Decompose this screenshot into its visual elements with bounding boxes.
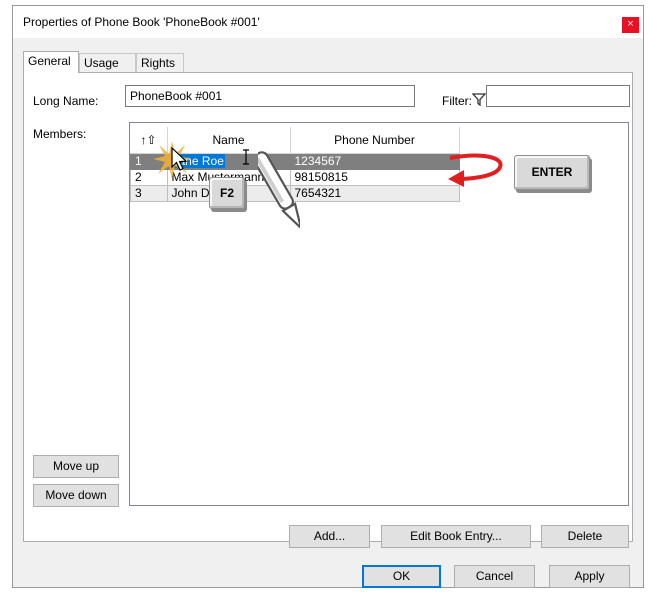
row-index: 3 xyxy=(130,185,168,202)
move-down-button[interactable]: Move down xyxy=(33,484,119,507)
cancel-button[interactable]: Cancel xyxy=(454,565,535,588)
edit-entry-button[interactable]: Edit Book Entry... xyxy=(381,525,531,548)
mouse-pointer-icon xyxy=(171,147,188,171)
tab-rights[interactable]: Rights xyxy=(136,53,184,72)
tab-usage[interactable]: Usage xyxy=(79,53,136,72)
add-button[interactable]: Add... xyxy=(289,525,370,548)
apply-button[interactable]: Apply xyxy=(549,565,630,588)
ok-button[interactable]: OK xyxy=(362,565,441,588)
move-up-button[interactable]: Move up xyxy=(33,455,119,478)
long-name-label: Long Name: xyxy=(33,94,99,108)
close-button[interactable]: × xyxy=(622,17,639,33)
title-bar: Properties of Phone Book 'PhoneBook #001… xyxy=(13,6,643,38)
long-name-input[interactable]: PhoneBook #001 xyxy=(125,85,415,107)
phone-cell[interactable]: 1234567 xyxy=(289,153,460,170)
members-label: Members: xyxy=(33,127,87,141)
column-header-phone[interactable]: Phone Number xyxy=(290,127,460,154)
return-arrow-icon xyxy=(448,153,503,187)
window-title: Properties of Phone Book 'PhoneBook #001… xyxy=(23,15,260,29)
f2-key: F2 xyxy=(209,177,245,209)
tab-general[interactable]: General xyxy=(23,51,79,73)
phone-cell[interactable]: 7654321 xyxy=(289,185,460,202)
phone-cell[interactable]: 98150815 xyxy=(289,169,460,186)
filter-label: Filter: xyxy=(442,94,472,108)
properties-dialog: Properties of Phone Book 'PhoneBook #001… xyxy=(12,5,644,588)
filter-icon[interactable] xyxy=(472,93,486,106)
enter-key: ENTER xyxy=(514,155,590,190)
filter-input[interactable] xyxy=(486,85,630,107)
pen-icon xyxy=(258,151,300,232)
text-cursor-icon xyxy=(243,149,249,165)
delete-button[interactable]: Delete xyxy=(541,525,629,548)
